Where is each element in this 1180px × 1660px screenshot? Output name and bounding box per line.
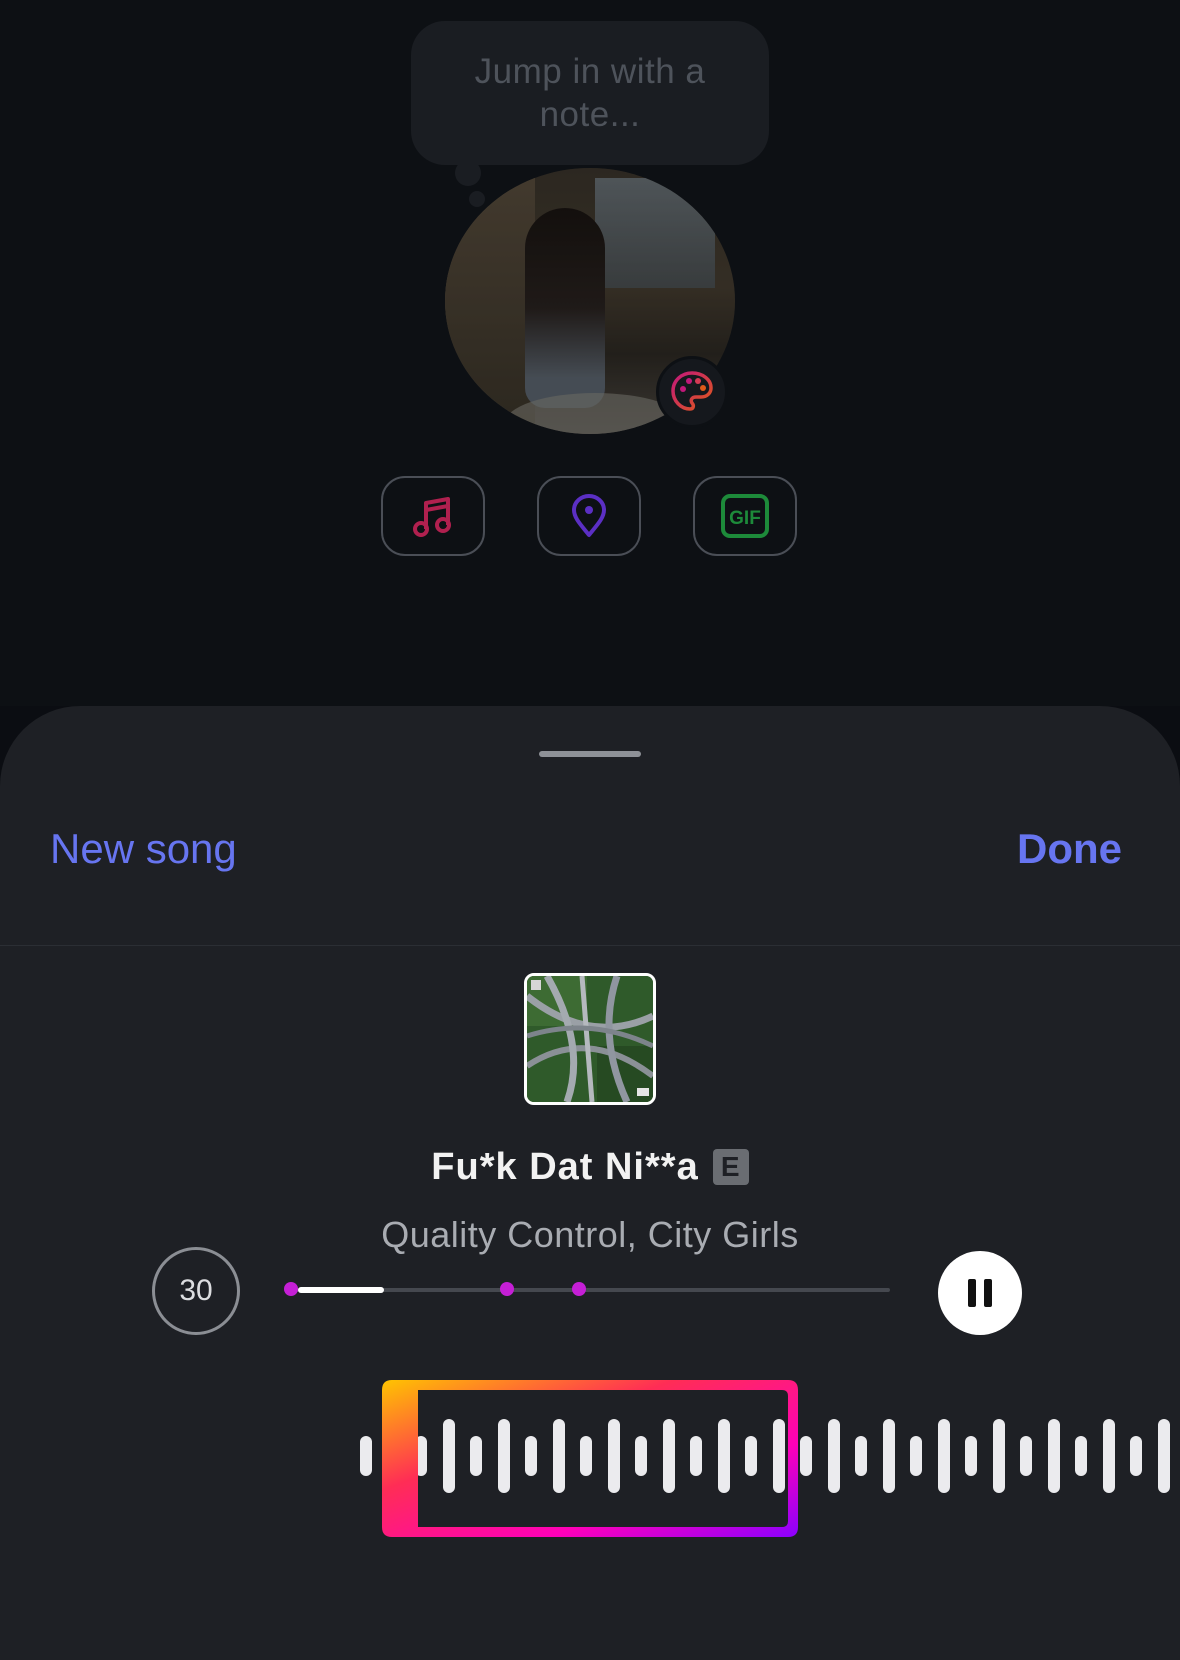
waveform-bar: [827, 1419, 840, 1493]
music-note-icon: [413, 497, 451, 537]
add-music-button[interactable]: [381, 476, 485, 556]
sheet-grabber[interactable]: [539, 751, 641, 757]
location-pin-icon: [572, 494, 606, 537]
song-title-text: Fu*k Dat Ni**a: [431, 1146, 699, 1188]
song-progress-track[interactable]: [284, 1282, 890, 1296]
song-title: Fu*k Dat Ni**a E: [0, 1146, 1180, 1189]
waveform-bar: [1102, 1419, 1115, 1493]
song-artists: Quality Control, City Girls: [381, 1214, 799, 1255]
waveform-bar: [855, 1436, 867, 1476]
waveform-bar: [800, 1436, 812, 1476]
progress-marker: [500, 1282, 514, 1296]
header-divider: [0, 945, 1180, 946]
done-button[interactable]: Done: [1017, 824, 1122, 874]
note-composer-area: Jump in with a note... GIF: [0, 0, 1180, 706]
waveform-bar: [910, 1436, 922, 1476]
palette-button[interactable]: [656, 356, 728, 428]
progress-marker: [572, 1282, 586, 1296]
waveform-bar: [937, 1419, 950, 1493]
add-gif-button[interactable]: GIF: [693, 476, 797, 556]
gif-icon: GIF: [721, 494, 769, 538]
clip-selection-window[interactable]: [382, 1380, 798, 1537]
progress-marker: [284, 1282, 298, 1296]
svg-text:GIF: GIF: [729, 508, 761, 529]
note-placeholder: Jump in with a note...: [474, 52, 706, 134]
pause-icon: [968, 1279, 992, 1307]
waveform-bar: [965, 1436, 977, 1476]
explicit-badge: E: [712, 1149, 749, 1185]
waveform-bar: [1130, 1436, 1142, 1476]
song-progress-fill: [298, 1287, 384, 1293]
song-bottom-sheet: New song Done Fu*k Dat Ni**a E Quality Co…: [0, 706, 1180, 1660]
palette-icon: [671, 371, 713, 411]
clip-duration-button[interactable]: 30: [152, 1247, 240, 1335]
note-input-bubble[interactable]: Jump in with a note...: [411, 21, 769, 165]
add-location-button[interactable]: [537, 476, 641, 556]
waveform-bar: [360, 1436, 372, 1476]
waveform-bar: [1020, 1436, 1032, 1476]
waveform-bar: [882, 1419, 895, 1493]
waveform-bar: [992, 1419, 1005, 1493]
waveform-bar: [1157, 1419, 1170, 1493]
waveform-bar: [1047, 1419, 1060, 1493]
new-song-button[interactable]: New song: [50, 824, 237, 874]
waveform-bar: [1075, 1436, 1087, 1476]
pause-button[interactable]: [938, 1251, 1022, 1335]
album-cover: [524, 973, 656, 1105]
